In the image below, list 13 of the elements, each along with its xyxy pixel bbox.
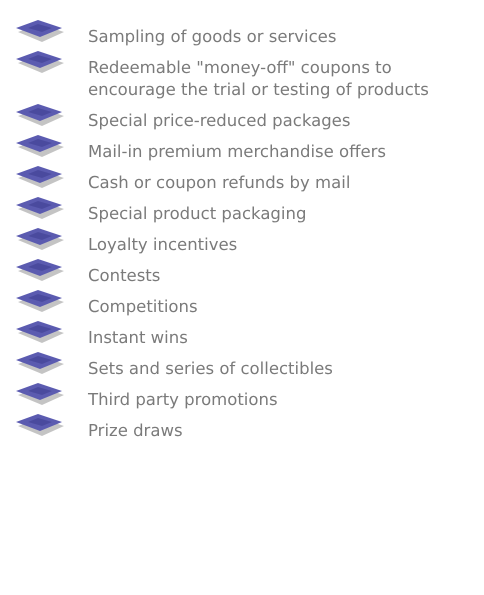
list-item-text: Contests — [88, 265, 160, 287]
list-item-text: Third party promotions — [88, 389, 278, 411]
list-item-text: Cash or coupon refunds by mail — [88, 172, 350, 194]
list-item-text: Redeemable "money-off" coupons to encourage the trial or testing of products — [88, 57, 430, 101]
list-item-text: Prize draws — [88, 420, 183, 442]
list-item-text: Special price-reduced packages — [88, 110, 350, 132]
list-item-text: Competitions — [88, 296, 198, 318]
list-item-text: Sets and series of collectibles — [88, 358, 333, 380]
list-item-text: Loyalty incentives — [88, 234, 238, 256]
list-item-text: Instant wins — [88, 327, 188, 349]
list-item-text: Sampling of goods or services — [88, 26, 336, 48]
list-item-text: Special product packaging — [88, 203, 306, 225]
list-item-text: Mail-in premium merchandise offers — [88, 141, 386, 163]
